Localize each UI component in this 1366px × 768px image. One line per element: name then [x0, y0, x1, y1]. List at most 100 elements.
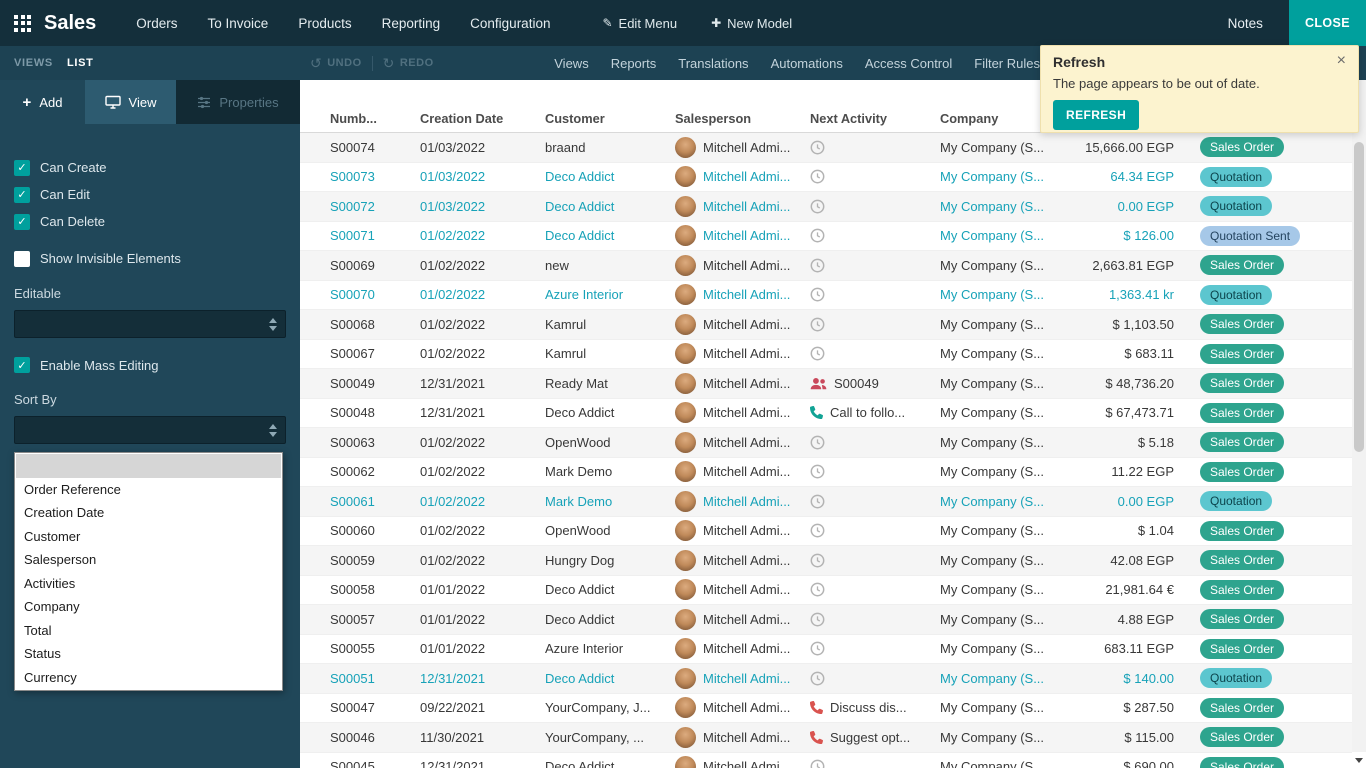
mass-editing-checkbox[interactable]: Enable Mass Editing — [14, 352, 286, 378]
status-badge: Sales Order — [1200, 137, 1285, 158]
sidebar-checkbox[interactable]: Can Create — [14, 154, 286, 181]
sort-by-select[interactable] — [14, 416, 286, 444]
sort-option[interactable]: Activities — [16, 572, 281, 596]
status-badge: Quotation Sent — [1200, 225, 1301, 246]
status-badge: Quotation — [1200, 491, 1273, 512]
sort-by-dropdown: Order Reference Creation Date Customer Sale… — [14, 452, 283, 691]
topbar-menu-item[interactable]: Reporting — [382, 16, 441, 31]
sort-option[interactable]: Creation Date — [16, 501, 281, 525]
cell-company: My Company (S... — [940, 398, 1045, 428]
table-row[interactable]: S00062 01/02/2022 Mark Demo Mitchell Adm… — [300, 457, 1352, 487]
sort-option[interactable]: Salesperson — [16, 548, 281, 572]
cell-total: $ 1.04 — [1045, 516, 1180, 546]
tab-add[interactable]: + Add — [0, 80, 85, 124]
sidebar-checkbox[interactable]: Can Delete — [14, 208, 286, 235]
cell-customer: Ready Mat — [545, 368, 675, 399]
topbar-menu-item[interactable]: Configuration — [470, 16, 550, 31]
column-header-salesperson[interactable]: Salesperson — [675, 104, 810, 133]
cell-number: S00046 — [300, 722, 420, 753]
cell-creation-date: 01/01/2022 — [420, 575, 545, 605]
sort-option[interactable]: Order Reference — [16, 478, 281, 502]
apps-grid-icon[interactable] — [14, 14, 31, 32]
tab-properties[interactable]: Properties — [176, 80, 300, 124]
table-row[interactable]: S00059 01/02/2022 Hungry Dog Mitchell Ad… — [300, 545, 1352, 576]
avatar — [675, 195, 696, 217]
table-row[interactable]: S00060 01/02/2022 OpenWood Mitchell Admi… — [300, 516, 1352, 546]
scroll-down-arrow[interactable] — [1352, 752, 1366, 768]
refresh-button[interactable]: REFRESH — [1053, 100, 1140, 130]
sort-option[interactable]: Total — [16, 619, 281, 643]
tab-view[interactable]: View — [85, 80, 176, 124]
new-model-button[interactable]: ✚ New Model — [711, 16, 792, 31]
cell-total: 683.11 EGP — [1045, 634, 1180, 664]
sidebar-checkbox[interactable]: Show Invisible Elements — [14, 245, 286, 272]
topbar-menu-item[interactable]: To Invoice — [208, 16, 269, 31]
table-row[interactable]: S00067 01/02/2022 Kamrul Mitchell Admi..… — [300, 339, 1352, 369]
studio-actions: ✎ Edit Menu ✚ New Model — [602, 16, 792, 31]
scrollbar-thumb[interactable] — [1354, 142, 1364, 452]
table-row[interactable]: S00069 01/02/2022 new Mitchell Admi... M… — [300, 250, 1352, 281]
sort-option[interactable]: Customer — [16, 525, 281, 549]
status-badge: Quotation — [1200, 668, 1273, 689]
studio-tab[interactable]: Automations — [771, 56, 843, 71]
studio-tab[interactable]: Filter Rules — [974, 56, 1040, 71]
table-row[interactable]: S00068 01/02/2022 Kamrul Mitchell Admi..… — [300, 309, 1352, 340]
sidebar-checkbox[interactable]: Can Edit — [14, 181, 286, 208]
sort-option[interactable]: Status — [16, 642, 281, 666]
sort-option[interactable]: Company — [16, 595, 281, 619]
notes-menu[interactable]: Notes — [1228, 16, 1263, 31]
avatar — [675, 667, 696, 689]
cell-salesperson: Mitchell Admi... — [675, 309, 810, 340]
column-header-company[interactable]: Company — [940, 104, 1045, 133]
studio-tab[interactable]: Translations — [678, 56, 748, 71]
cell-company: My Company (S... — [940, 457, 1045, 487]
cell-number: S00049 — [300, 368, 420, 399]
table-row[interactable]: S00047 09/22/2021 YourCompany, J... Mitc… — [300, 693, 1352, 723]
clock-icon — [810, 140, 825, 155]
table-row[interactable]: S00070 01/02/2022 Azure Interior Mitchel… — [300, 280, 1352, 310]
sort-option[interactable] — [16, 454, 281, 478]
toast-close-icon[interactable]: × — [1337, 53, 1346, 69]
cell-company: My Company (S... — [940, 280, 1045, 310]
column-header-customer[interactable]: Customer — [545, 104, 675, 133]
undo-button[interactable]: ↺ UNDO — [310, 55, 362, 72]
table-row[interactable]: S00048 12/31/2021 Deco Addict Mitchell A… — [300, 398, 1352, 428]
cell-customer: Mark Demo — [545, 486, 675, 517]
table-row[interactable]: S00063 01/02/2022 OpenWood Mitchell Admi… — [300, 427, 1352, 458]
column-header-creation-date[interactable]: Creation Date — [420, 104, 545, 133]
column-header-next-activity[interactable]: Next Activity — [810, 104, 940, 133]
column-header-number[interactable]: Numb... — [300, 104, 420, 133]
table-row[interactable]: S00055 01/01/2022 Azure Interior Mitchel… — [300, 634, 1352, 664]
table-row[interactable]: S00051 12/31/2021 Deco Addict Mitchell A… — [300, 663, 1352, 694]
vertical-scrollbar[interactable] — [1352, 47, 1366, 768]
tab-view-label: View — [128, 94, 157, 110]
topbar-menu-item[interactable]: Orders — [136, 16, 177, 31]
app-title[interactable]: Sales — [44, 12, 96, 35]
editable-select[interactable] — [14, 310, 286, 338]
table-row[interactable]: S00049 12/31/2021 Ready Mat Mitchell Adm… — [300, 368, 1352, 399]
table-row[interactable]: S00071 01/02/2022 Deco Addict Mitchell A… — [300, 221, 1352, 251]
cell-number: S00074 — [300, 132, 420, 163]
status-badge: Sales Order — [1200, 550, 1285, 571]
avatar — [675, 697, 696, 719]
salesperson-name: Mitchell Admi... — [703, 552, 791, 568]
studio-close-button[interactable]: CLOSE — [1288, 0, 1366, 46]
salesperson-name: Mitchell Admi... — [703, 375, 791, 391]
table-row[interactable]: S00074 01/03/2022 braand Mitchell Admi..… — [300, 132, 1352, 163]
edit-menu-button[interactable]: ✎ Edit Menu — [602, 16, 677, 31]
table-row[interactable]: S00073 01/03/2022 Deco Addict Mitchell A… — [300, 162, 1352, 192]
table-row[interactable]: S00058 01/01/2022 Deco Addict Mitchell A… — [300, 575, 1352, 605]
sort-option[interactable]: Currency — [16, 666, 281, 690]
redo-button[interactable]: ↻ REDO — [383, 55, 434, 72]
table-row[interactable]: S00061 01/02/2022 Mark Demo Mitchell Adm… — [300, 486, 1352, 517]
cell-salesperson: Mitchell Admi... — [675, 162, 810, 192]
studio-tab[interactable]: Access Control — [865, 56, 952, 71]
table-row[interactable]: S00057 01/01/2022 Deco Addict Mitchell A… — [300, 604, 1352, 635]
table-row[interactable]: S00045 12/31/2021 Deco Addict Mitchell A… — [300, 752, 1352, 768]
studio-tab[interactable]: Views — [554, 56, 588, 71]
table-row[interactable]: S00072 01/03/2022 Deco Addict Mitchell A… — [300, 191, 1352, 222]
select-chevrons-icon — [269, 317, 277, 331]
studio-tab[interactable]: Reports — [611, 56, 657, 71]
table-row[interactable]: S00046 11/30/2021 YourCompany, ... Mitch… — [300, 722, 1352, 753]
topbar-menu-item[interactable]: Products — [298, 16, 351, 31]
